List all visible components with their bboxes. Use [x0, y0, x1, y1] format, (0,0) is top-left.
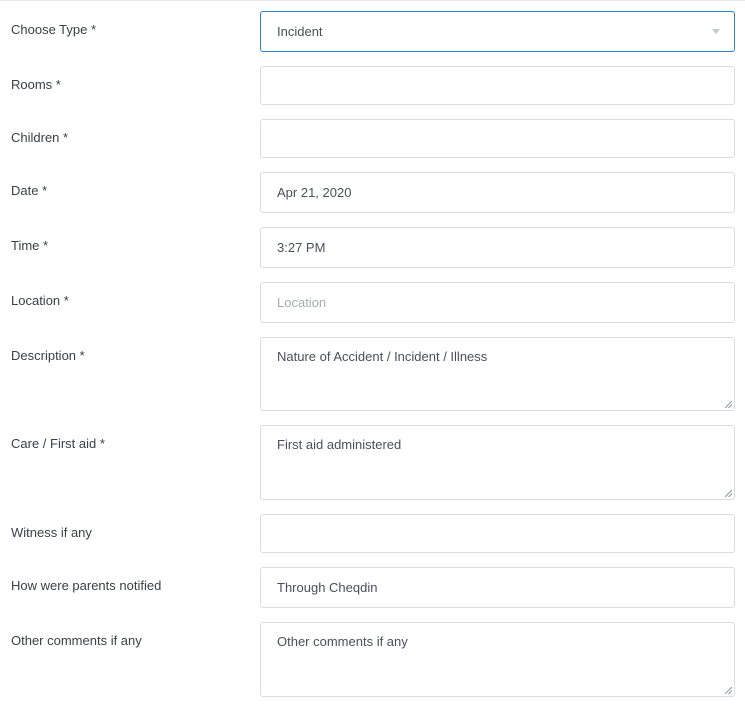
- location-input[interactable]: Location: [260, 282, 735, 323]
- date-input[interactable]: Apr 21, 2020: [260, 172, 735, 213]
- parents-notified-input[interactable]: Through Cheqdin: [260, 567, 735, 608]
- care-first-aid-label: Care / First aid *: [11, 436, 105, 451]
- other-comments-value: Other comments if any: [277, 634, 408, 649]
- choose-type-value: Incident: [277, 24, 323, 39]
- witness-input[interactable]: [260, 514, 735, 553]
- other-comments-label: Other comments if any: [11, 633, 142, 648]
- resize-grip-icon[interactable]: [724, 489, 732, 497]
- parents-notified-label: How were parents notified: [11, 578, 162, 593]
- care-first-aid-value: First aid administered: [277, 437, 402, 452]
- resize-grip-icon[interactable]: [724, 400, 732, 408]
- resize-grip-icon[interactable]: [724, 686, 732, 694]
- care-first-aid-textarea[interactable]: First aid administered: [260, 425, 735, 500]
- top-divider: [0, 0, 745, 1]
- time-value: 3:27 PM: [277, 240, 326, 255]
- rooms-input[interactable]: [260, 66, 735, 105]
- description-value: Nature of Accident / Incident / Illness: [277, 349, 488, 364]
- other-comments-textarea[interactable]: Other comments if any: [260, 622, 735, 697]
- children-input[interactable]: [260, 119, 735, 158]
- rooms-label: Rooms *: [11, 77, 61, 92]
- date-label: Date *: [11, 183, 48, 198]
- witness-label: Witness if any: [11, 525, 92, 540]
- date-value: Apr 21, 2020: [277, 185, 352, 200]
- choose-type-select[interactable]: Incident: [260, 11, 735, 52]
- dropdown-arrow-icon: [712, 29, 720, 34]
- time-label: Time *: [11, 238, 49, 253]
- time-input[interactable]: 3:27 PM: [260, 227, 735, 268]
- location-placeholder: Location: [277, 295, 327, 310]
- children-label: Children *: [11, 130, 69, 145]
- description-textarea[interactable]: Nature of Accident / Incident / Illness: [260, 337, 735, 411]
- location-label: Location *: [11, 293, 69, 308]
- choose-type-label: Choose Type *: [11, 22, 97, 37]
- description-label: Description *: [11, 348, 85, 363]
- parents-notified-value: Through Cheqdin: [277, 580, 378, 595]
